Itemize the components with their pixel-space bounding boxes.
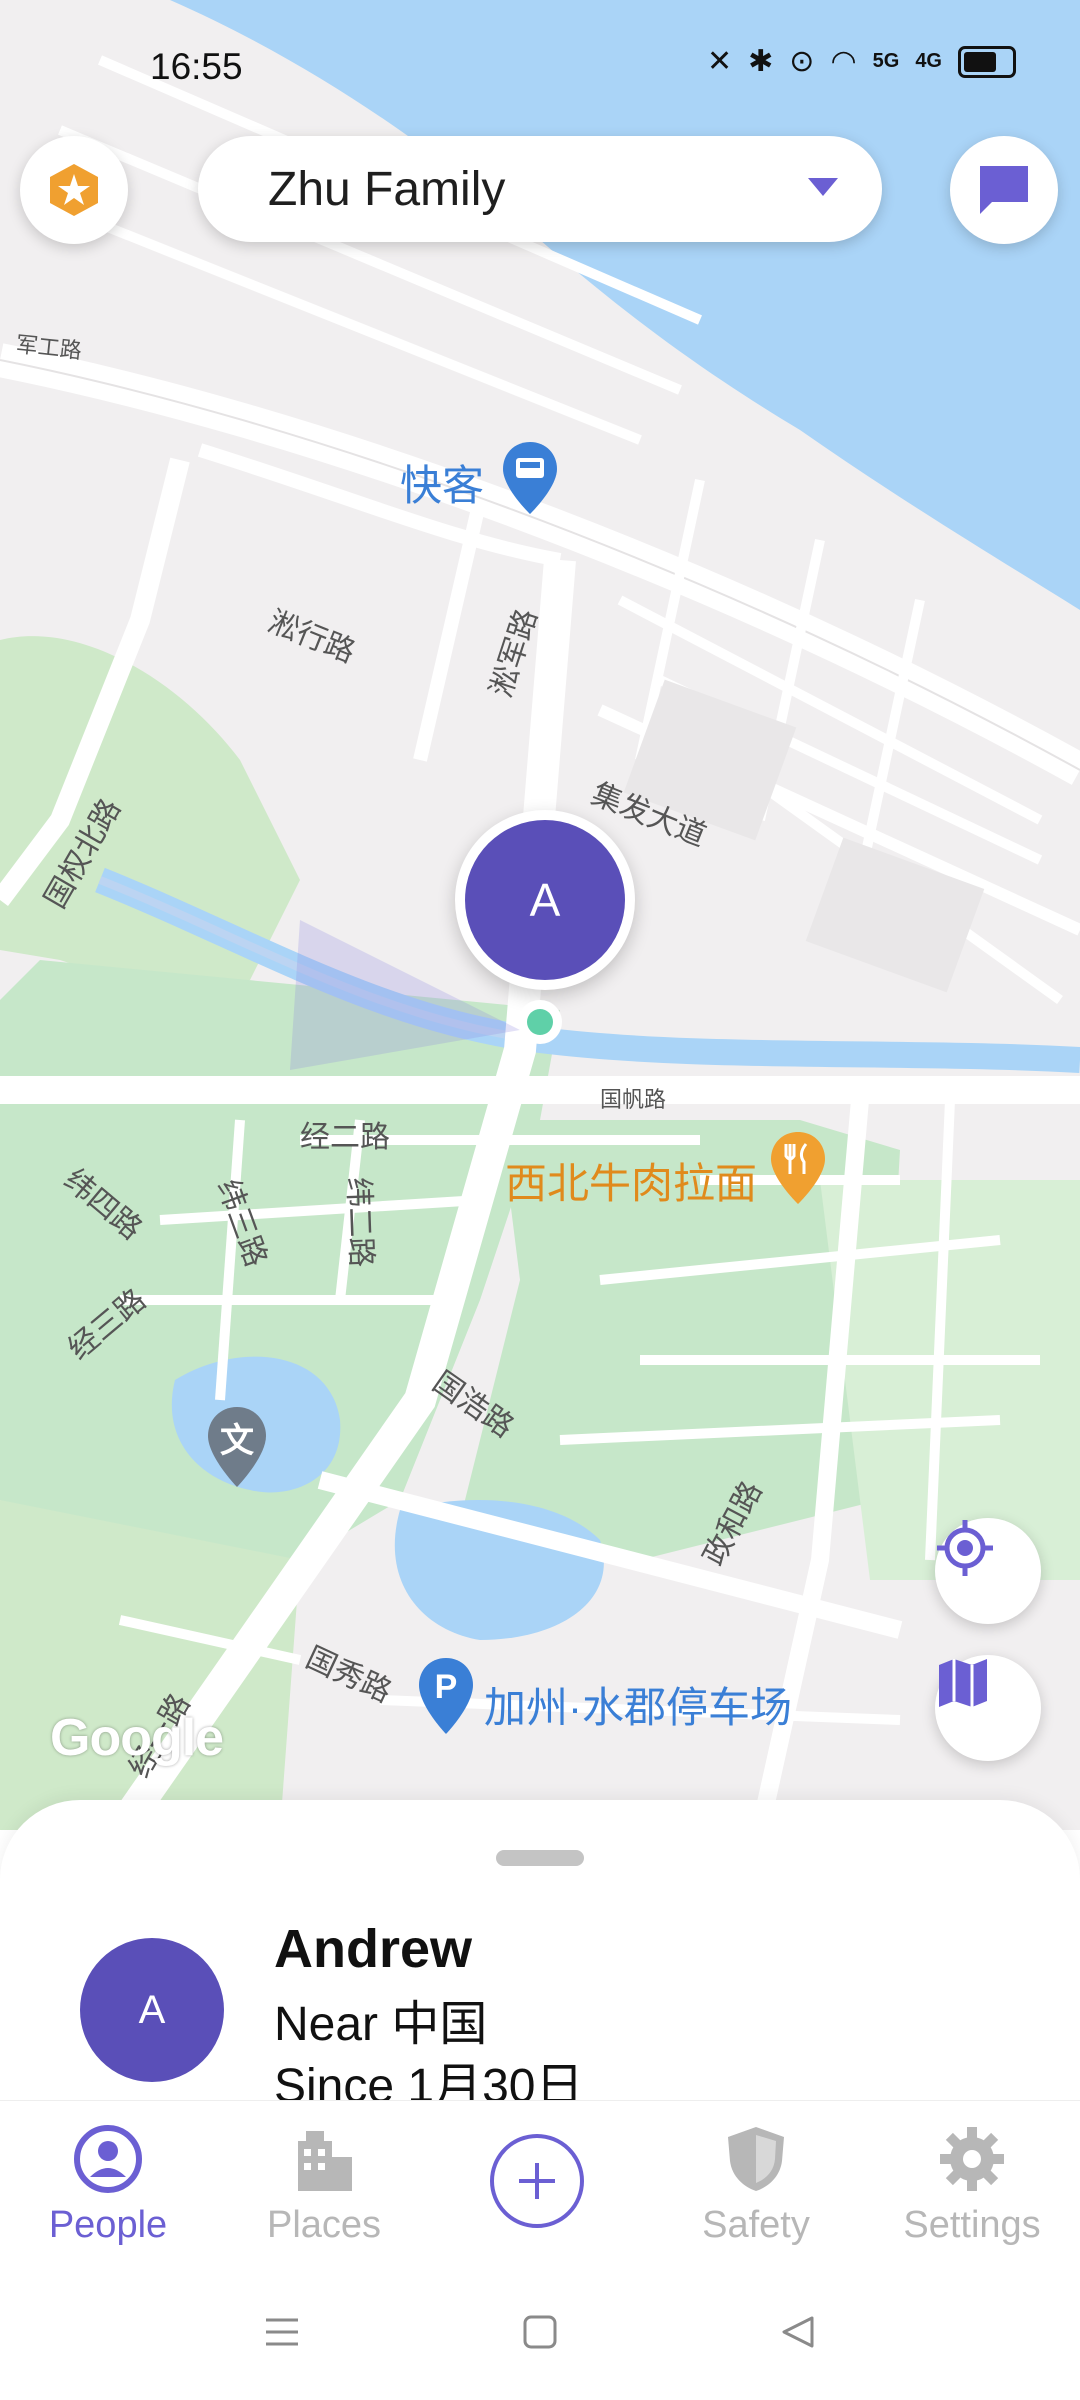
battery-icon xyxy=(958,45,1016,78)
road-label: 军工路 xyxy=(14,331,83,364)
map-view[interactable]: 军工路 淞行路 淞军路 集发大道 国权北路 国帆路 经二路 纬四路 纬三路 纬二… xyxy=(0,0,1080,1830)
mute-vibrate-icon: ✕ xyxy=(707,45,733,78)
menu-icon[interactable] xyxy=(262,2312,302,2352)
member-name[interactable]: Andrew xyxy=(274,1918,472,1980)
chat-button[interactable] xyxy=(950,136,1058,244)
premium-button[interactable] xyxy=(20,136,128,244)
tab-safety[interactable]: Safety xyxy=(656,2123,856,2247)
parking-icon[interactable]: P xyxy=(416,1656,476,1736)
chat-icon xyxy=(980,166,1028,214)
tab-places-label: Places xyxy=(266,2204,382,2246)
family-name: Zhu Family xyxy=(268,163,506,216)
poi-label-parking[interactable]: 加州·水郡停车场 xyxy=(484,1674,792,1735)
tab-people[interactable]: People xyxy=(8,2123,208,2247)
bluetooth-icon: ✱ xyxy=(748,45,774,78)
crosshair-icon xyxy=(937,1520,993,1576)
shield-icon xyxy=(728,2127,784,2191)
tab-settings-label: Settings xyxy=(903,2204,1041,2246)
back-icon[interactable] xyxy=(778,2312,818,2352)
add-button[interactable] xyxy=(490,2134,584,2228)
family-selector[interactable]: Zhu Family xyxy=(198,136,882,242)
member-location: Near 中国 xyxy=(274,1998,488,2051)
plus-icon xyxy=(519,2163,555,2199)
svg-text:P: P xyxy=(435,1668,458,1706)
status-bar: 16:55 ✕ ✱ ⊙ ◠ 5G 4G xyxy=(0,40,1080,96)
google-logo: Google xyxy=(50,1709,224,1767)
chevron-down-icon xyxy=(808,178,838,196)
bus-station-icon[interactable] xyxy=(500,440,560,516)
person-icon xyxy=(74,2125,142,2193)
tab-settings[interactable]: Settings xyxy=(872,2123,1072,2247)
member-sheet[interactable]: A Andrew Near 中国 Since 1月30日 xyxy=(0,1800,1080,2113)
building-icon xyxy=(298,2131,352,2191)
road-label: 经二路 xyxy=(300,1121,390,1154)
location-icon: ⊙ xyxy=(789,45,815,78)
restaurant-icon[interactable] xyxy=(768,1130,828,1206)
school-icon-text: 文 xyxy=(220,1422,254,1460)
status-icons: ✕ ✱ ⊙ ◠ 5G 4G xyxy=(707,44,1016,79)
star-badge-icon xyxy=(50,164,98,216)
signal-4g-icon: 4G xyxy=(915,50,942,72)
tab-safety-label: Safety xyxy=(702,2204,810,2246)
member-location-dot xyxy=(518,1000,562,1044)
map-icon xyxy=(939,1659,987,1707)
tab-places[interactable]: Places xyxy=(224,2123,424,2247)
gear-icon xyxy=(940,2127,1004,2191)
member-map-marker[interactable]: A xyxy=(455,810,635,990)
tab-people-label: People xyxy=(48,2204,168,2246)
poi-label-kuaike[interactable]: 快客 xyxy=(400,452,484,513)
road-label: 国帆路 xyxy=(600,1087,667,1112)
status-time: 16:55 xyxy=(150,46,243,87)
school-icon[interactable]: 文 xyxy=(205,1405,269,1489)
member-map-marker-initial: A xyxy=(465,820,625,980)
avatar[interactable]: A xyxy=(80,1938,224,2082)
road-label: 纬二路 xyxy=(341,1176,378,1268)
home-icon[interactable] xyxy=(520,2312,560,2352)
map-type-button[interactable] xyxy=(935,1655,1041,1761)
sheet-drag-handle[interactable] xyxy=(496,1850,584,1866)
recenter-button[interactable] xyxy=(935,1518,1041,1624)
system-nav-bar xyxy=(0,2270,1080,2400)
wifi-icon: ◠ xyxy=(830,45,857,78)
poi-label-noodles[interactable]: 西北牛肉拉面 xyxy=(505,1150,757,1211)
signal-5g-icon: 5G xyxy=(872,50,900,72)
